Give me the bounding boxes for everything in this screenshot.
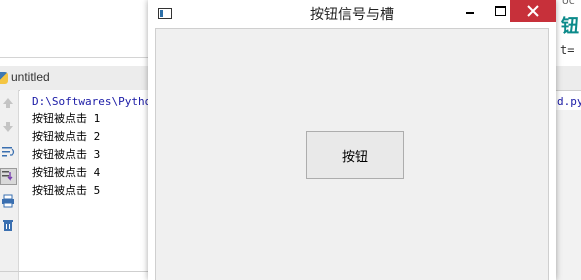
ide-right-tabbar	[556, 66, 581, 91]
console-line: 按钮被点击 1	[32, 112, 101, 125]
window-client-area: 按钮	[155, 28, 549, 280]
minimize-icon[interactable]	[457, 0, 483, 22]
signal-slot-window: 按钮信号与槽 按钮	[148, 0, 556, 280]
run-tool-tab[interactable]: untitled	[0, 66, 148, 91]
close-icon[interactable]	[510, 0, 556, 22]
run-toolbar	[0, 90, 19, 280]
code-fragment: d.py	[557, 95, 581, 108]
code-fragment: t=	[560, 43, 575, 57]
window-titlebar[interactable]: 按钮信号与槽	[148, 0, 556, 28]
console-path-line: D:\Softwares\Python	[32, 95, 158, 108]
ide-divider	[0, 271, 148, 272]
code-fragment: 钮	[561, 16, 579, 37]
ide-right-gutter	[556, 110, 581, 280]
print-icon[interactable]	[1, 194, 15, 208]
console-line: 按钮被点击 2	[32, 130, 101, 143]
arrow-down-icon[interactable]	[1, 120, 15, 134]
console-line: 按钮被点击 3	[32, 148, 101, 161]
python-file-icon	[0, 72, 8, 84]
run-console-output[interactable]: D:\Softwares\Python 按钮被点击 1 按钮被点击 2 按钮被点…	[20, 90, 158, 280]
scroll-to-end-icon[interactable]	[0, 168, 17, 185]
push-button[interactable]: 按钮	[306, 131, 404, 179]
run-tab-label: untitled	[11, 70, 50, 84]
console-line: 按钮被点击 4	[32, 166, 101, 179]
console-line: 按钮被点击 5	[32, 184, 101, 197]
soft-wrap-icon[interactable]	[1, 145, 15, 159]
arrow-up-icon[interactable]	[1, 96, 15, 110]
code-fragment: oc	[562, 0, 575, 7]
trash-icon[interactable]	[1, 218, 15, 232]
